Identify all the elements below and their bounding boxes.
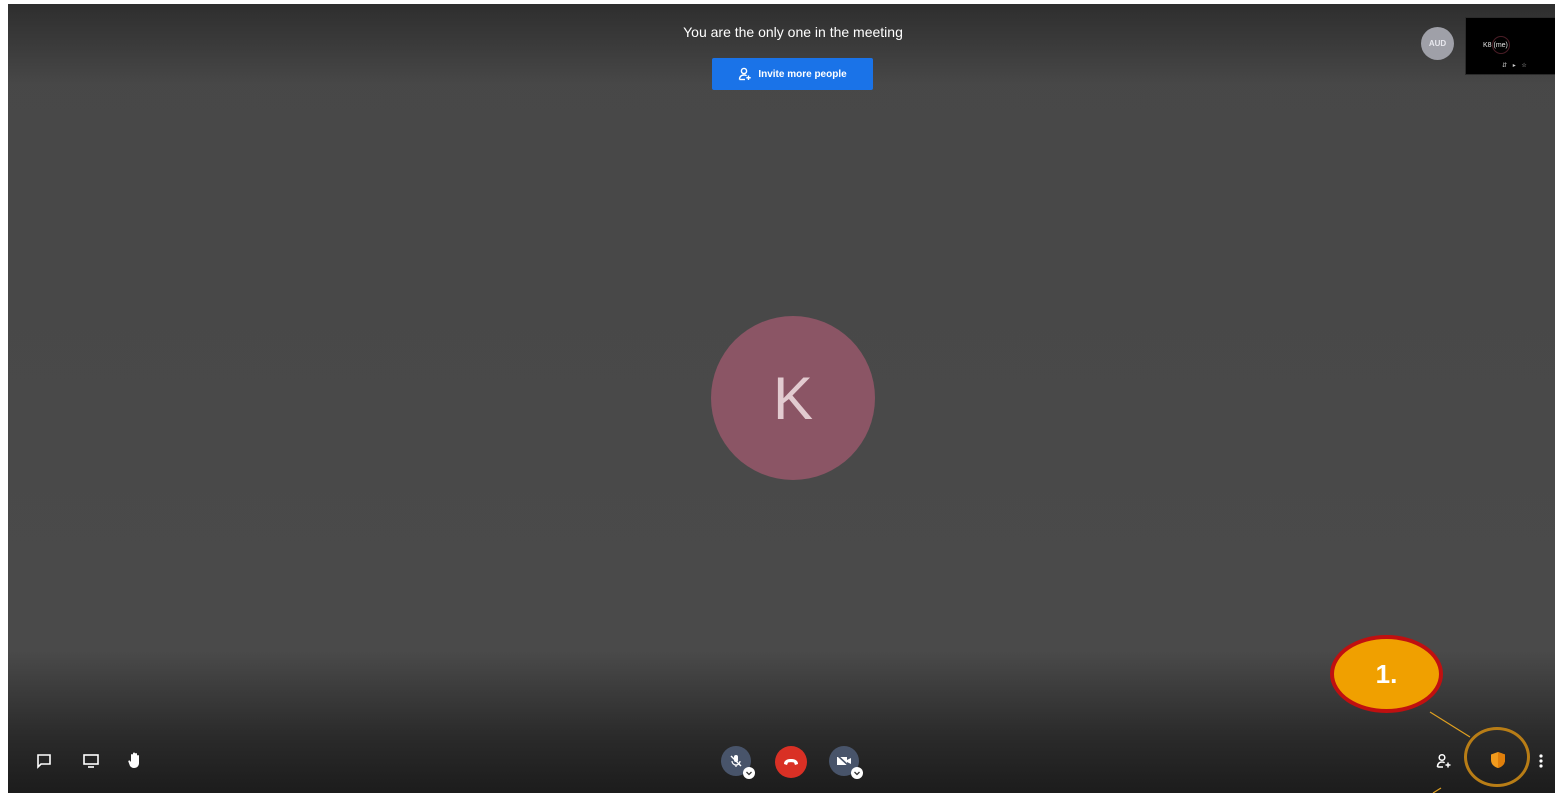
camera-off-icon: [836, 754, 851, 768]
microphone-options-chevron[interactable]: [743, 767, 755, 779]
chevron-down-icon: [746, 771, 752, 776]
camera-options-chevron[interactable]: [851, 767, 863, 779]
step-callout: 1.: [1330, 635, 1443, 713]
security-button-highlight: [1464, 727, 1530, 787]
screen-share-button[interactable]: [79, 749, 103, 773]
raise-hand-icon: [128, 752, 139, 768]
hang-up-button[interactable]: [775, 746, 807, 778]
camera-button[interactable]: [829, 746, 863, 779]
more-options-button[interactable]: [1534, 749, 1548, 773]
main-participant-avatar: K: [711, 316, 875, 480]
participant-avatar-small[interactable]: AUD: [1421, 27, 1454, 60]
participants-icon: [1436, 753, 1451, 768]
more-options-icon: [1539, 754, 1543, 768]
chat-button[interactable]: [32, 749, 56, 773]
raise-hand-button[interactable]: [123, 747, 147, 773]
thumbnail-name: K8 (me): [1483, 42, 1508, 49]
meeting-stage: You are the only one in the meeting Invi…: [8, 4, 1555, 793]
invite-more-people-button[interactable]: Invite more people: [712, 58, 873, 90]
add-person-icon: [739, 67, 752, 81]
microphone-button[interactable]: [721, 746, 755, 779]
local-video-thumbnail[interactable]: K8 (me) ⇵ ▸ ☆: [1465, 17, 1555, 75]
only-one-notice: You are the only one in the meeting: [683, 24, 903, 40]
chat-icon: [37, 754, 51, 769]
microphone-muted-icon: [730, 755, 742, 767]
invite-label: Invite more people: [758, 68, 847, 80]
thumbnail-status-icons: ⇵ ▸ ☆: [1502, 63, 1529, 69]
chevron-down-icon: [854, 771, 860, 776]
hang-up-icon: [784, 759, 798, 765]
invite-participants-button[interactable]: [1432, 749, 1456, 773]
screen-share-icon: [83, 754, 99, 768]
